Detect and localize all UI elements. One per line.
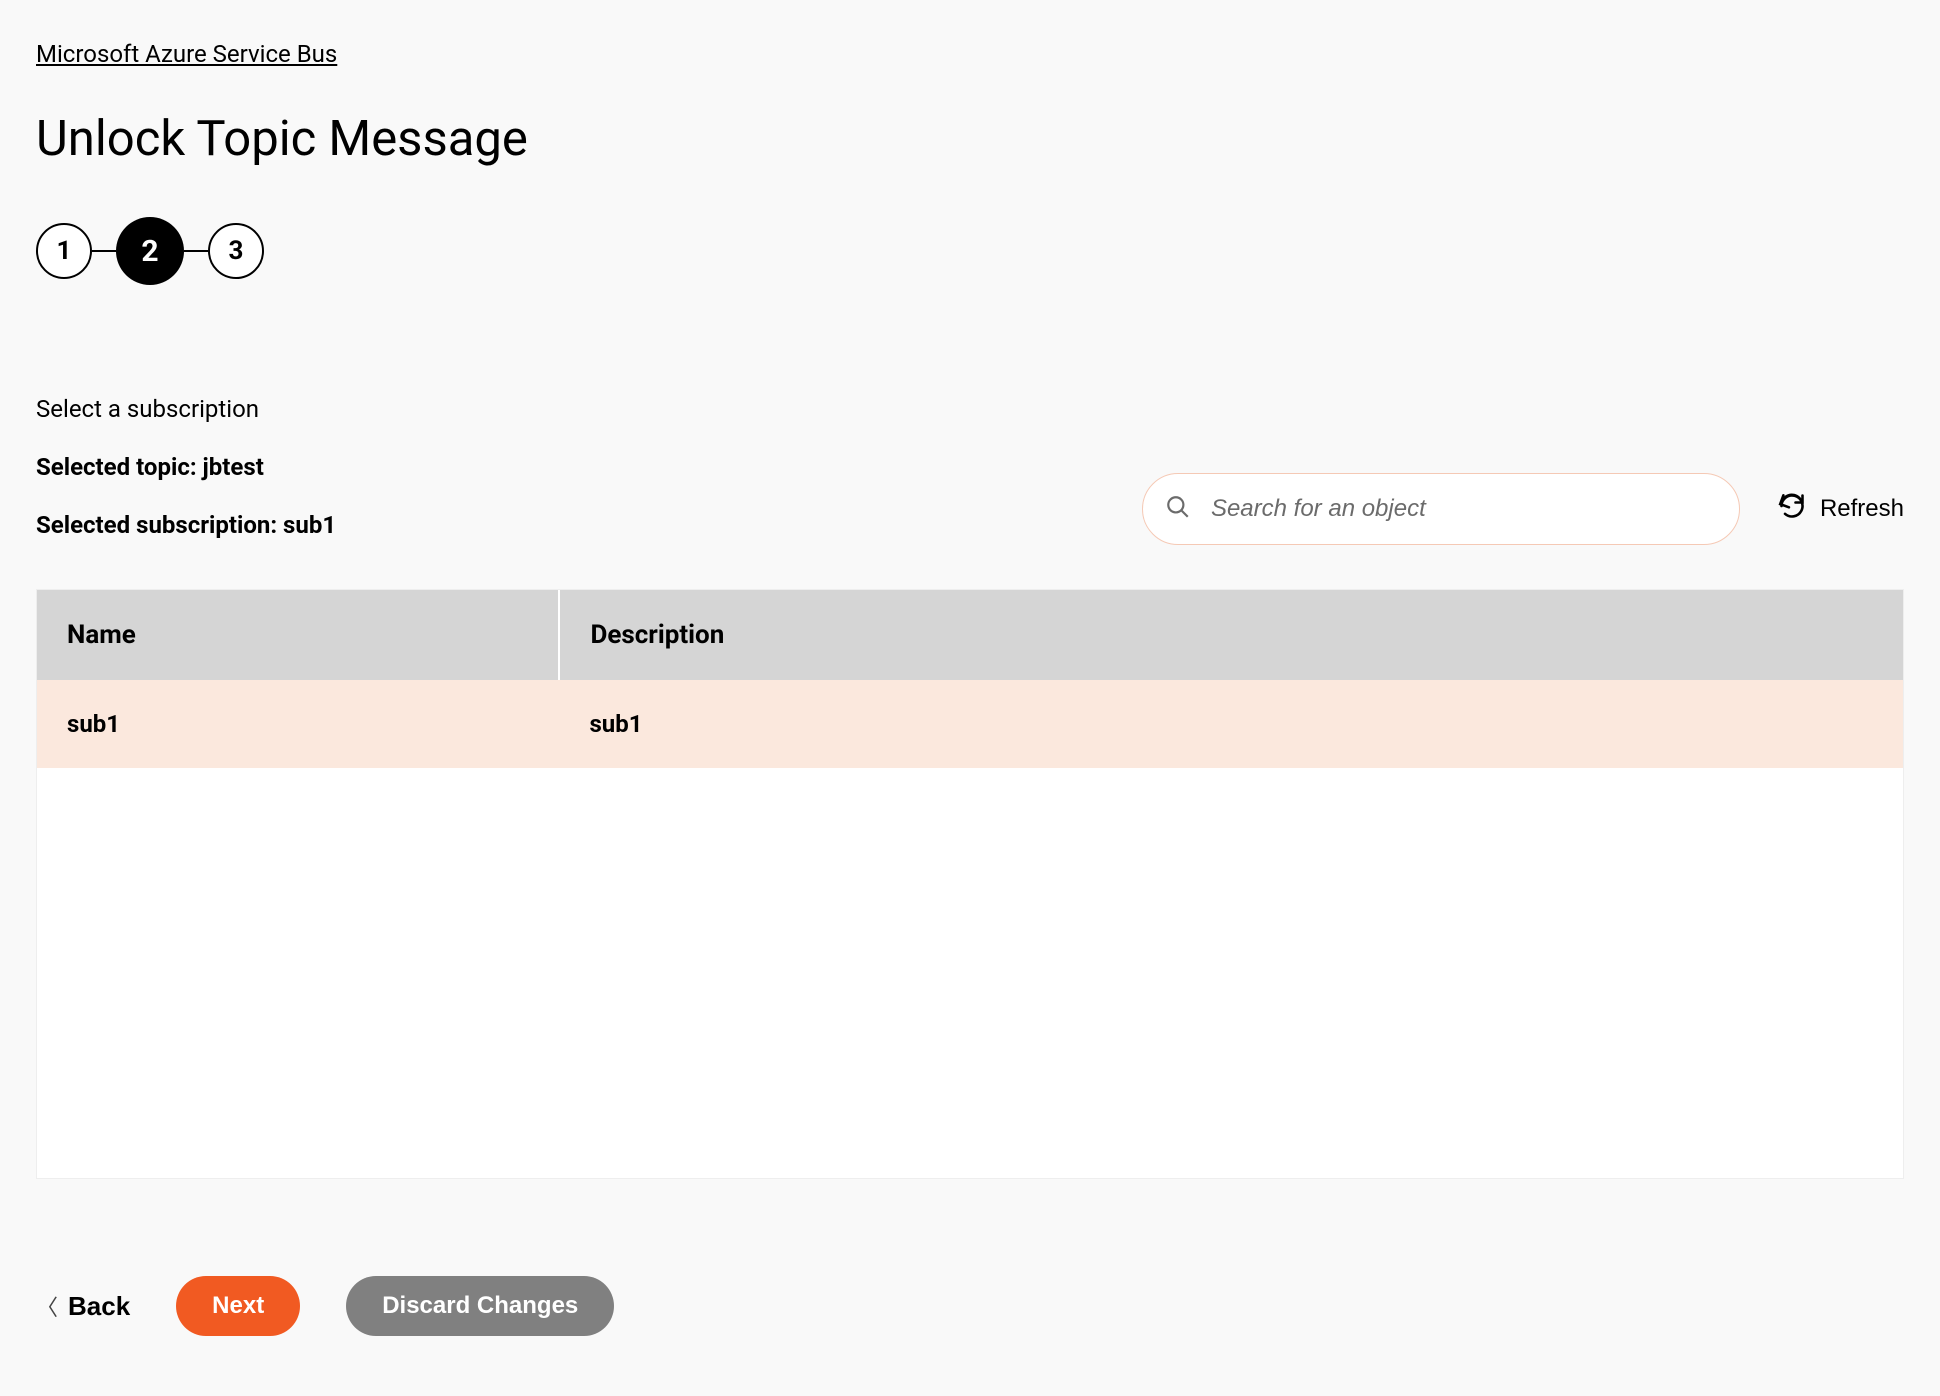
- back-button[interactable]: 〈 Back: [36, 1290, 130, 1322]
- refresh-icon: [1778, 492, 1806, 527]
- refresh-label: Refresh: [1820, 495, 1904, 523]
- subscription-table: Name Description sub1 sub1: [37, 590, 1903, 768]
- instruction-text: Select a subscription: [36, 395, 336, 423]
- step-1[interactable]: 1: [36, 223, 92, 279]
- discard-changes-button[interactable]: Discard Changes: [346, 1276, 614, 1336]
- stepper: 1 2 3: [36, 217, 1904, 285]
- step-line: [92, 250, 116, 252]
- search-input[interactable]: [1211, 495, 1717, 523]
- step-3[interactable]: 3: [208, 223, 264, 279]
- refresh-button[interactable]: Refresh: [1778, 492, 1904, 527]
- search-icon: [1165, 494, 1191, 524]
- footer-actions: 〈 Back Next Discard Changes: [36, 1276, 614, 1336]
- table-header-description[interactable]: Description: [559, 590, 1903, 680]
- table-header-name[interactable]: Name: [37, 590, 559, 680]
- cell-description: sub1: [559, 680, 1903, 768]
- selected-topic: Selected topic: jbtest: [36, 453, 336, 481]
- table-row[interactable]: sub1 sub1: [37, 680, 1903, 768]
- step-2[interactable]: 2: [116, 217, 184, 285]
- page-title: Unlock Topic Message: [36, 110, 1904, 167]
- subscription-table-container: Name Description sub1 sub1: [36, 589, 1904, 1179]
- selected-subscription: Selected subscription: sub1: [36, 511, 336, 539]
- step-line: [184, 250, 208, 252]
- cell-name: sub1: [37, 680, 559, 768]
- breadcrumb-link[interactable]: Microsoft Azure Service Bus: [36, 40, 337, 68]
- next-button[interactable]: Next: [176, 1276, 300, 1336]
- search-box[interactable]: [1142, 473, 1740, 545]
- back-label: Back: [68, 1291, 130, 1322]
- chevron-left-icon: 〈: [36, 1290, 58, 1322]
